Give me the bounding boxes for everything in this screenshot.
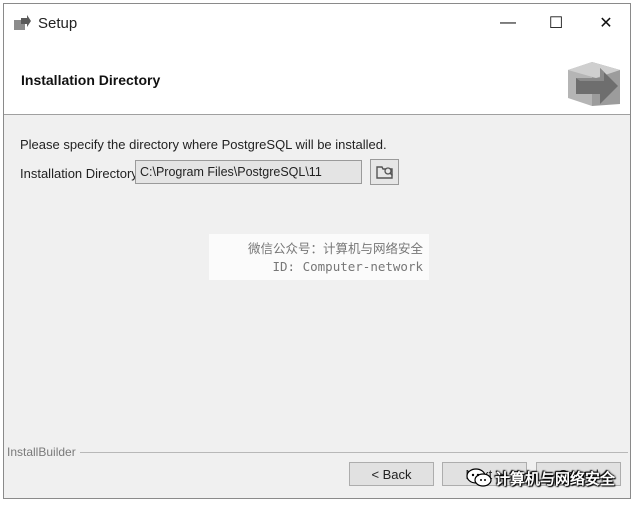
installbuilder-brand: InstallBuilder — [7, 445, 80, 459]
title-bar[interactable]: Setup — ☐ ✕ — [4, 4, 630, 42]
page-header: Installation Directory — [4, 42, 630, 115]
directory-field[interactable] — [135, 160, 362, 184]
maximize-button[interactable]: ☐ — [530, 4, 582, 42]
watermark-line-1: 微信公众号：计算机与网络安全 — [247, 241, 423, 256]
setup-app-icon — [14, 15, 31, 30]
window-title: Setup — [38, 15, 78, 32]
directory-label: Installation Directory — [20, 166, 138, 181]
wechat-overlay-text: 计算机与网络安全 — [495, 469, 616, 488]
folder-browse-icon — [375, 166, 393, 179]
minimize-button[interactable]: — — [482, 4, 534, 42]
back-button[interactable]: < Back — [349, 462, 434, 486]
setup-window: Setup — ☐ ✕ Installation Directory Pleas… — [3, 3, 631, 499]
watermark: 微信公众号：计算机与网络安全 ID: Computer-network — [209, 234, 429, 280]
browse-button[interactable] — [370, 159, 399, 185]
wechat-overlay: 计算机与网络安全 — [466, 464, 626, 492]
page-title: Installation Directory — [21, 72, 161, 88]
watermark-line-2: ID: Computer-network — [272, 259, 423, 274]
wechat-icon — [466, 468, 492, 487]
footer-separator — [78, 452, 628, 453]
content-area: Please specify the directory where Postg… — [4, 115, 630, 445]
instruction-text: Please specify the directory where Postg… — [20, 137, 387, 152]
close-button[interactable]: ✕ — [580, 4, 632, 42]
setup-box-arrow-icon — [568, 62, 620, 106]
